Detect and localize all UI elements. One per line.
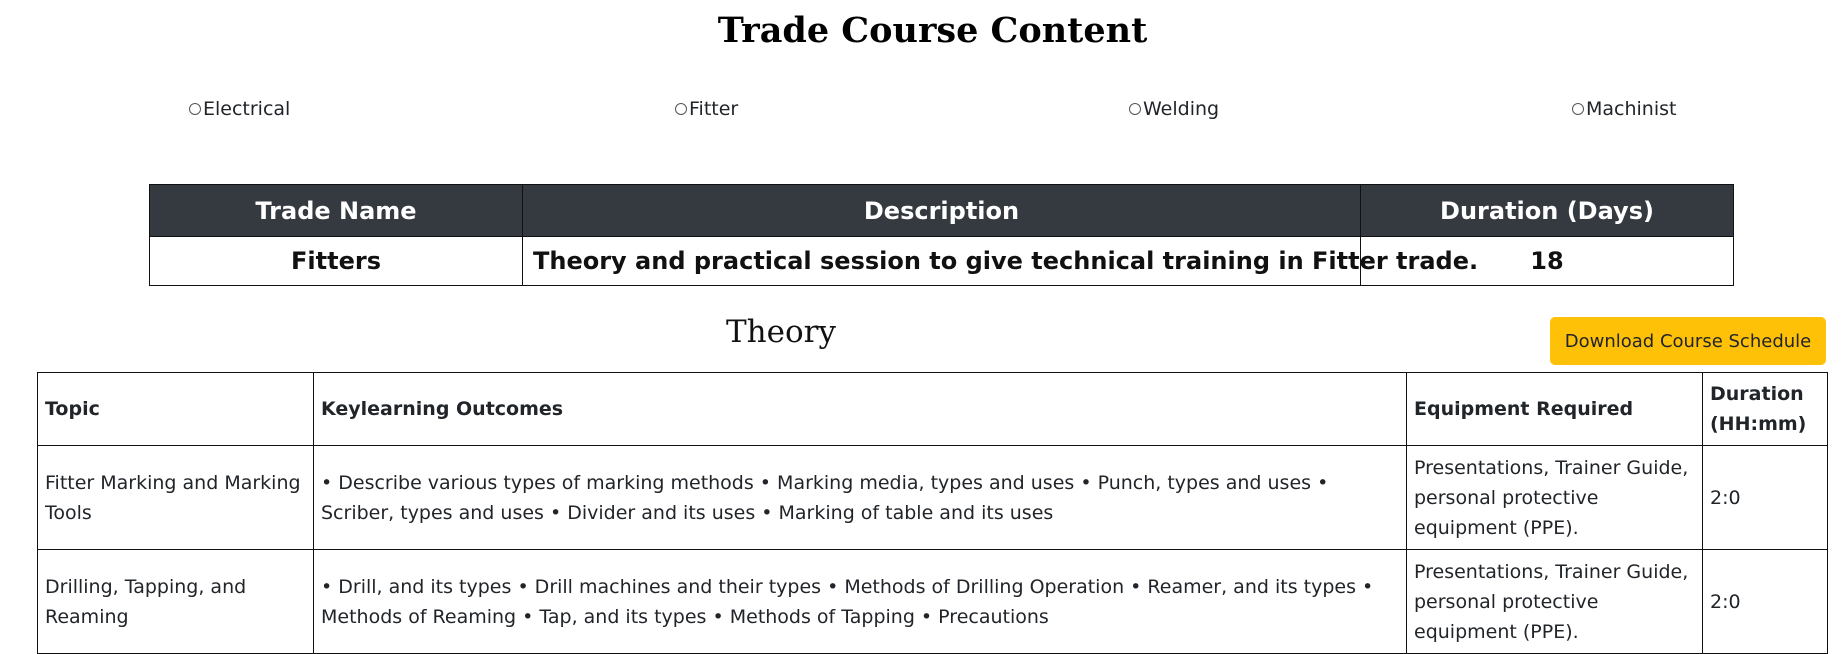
header-description: Description [522, 184, 1361, 237]
duration-cell: 2:0 [1702, 549, 1828, 654]
trade-radio-group: Electrical Fitter Welding Machinist [0, 98, 1845, 126]
table-row: Drilling, Tapping, and Reaming • Drill, … [37, 549, 1828, 654]
theory-table: Topic Keylearning Outcomes Equipment Req… [37, 372, 1828, 654]
topic-cell: Fitter Marking and Marking Tools [37, 445, 314, 550]
header-equipment-required: Equipment Required [1406, 372, 1703, 446]
outcomes-cell: • Describe various types of marking meth… [313, 445, 1407, 550]
equipment-cell: Presentations, Trainer Guide, personal p… [1406, 445, 1703, 550]
radio-circle-icon[interactable] [675, 103, 687, 115]
page-title: Trade Course Content [717, 10, 1148, 51]
header-trade-name: Trade Name [149, 184, 523, 237]
header-keylearning-outcomes: Keylearning Outcomes [313, 372, 1407, 446]
summary-header-row: Trade Name Description Duration (Days) [149, 184, 1734, 237]
trade-summary-table: Trade Name Description Duration (Days) F… [149, 184, 1734, 286]
theory-header-row: Topic Keylearning Outcomes Equipment Req… [37, 372, 1828, 446]
radio-label-welding: Welding [1143, 98, 1220, 120]
radio-label-machinist: Machinist [1586, 98, 1677, 120]
trade-name-cell: Fitters [149, 236, 523, 286]
header-duration-days: Duration (Days) [1360, 184, 1734, 237]
radio-circle-icon[interactable] [189, 103, 201, 115]
radio-electrical[interactable]: Electrical [189, 98, 290, 120]
radio-welding[interactable]: Welding [1129, 98, 1219, 120]
radio-machinist[interactable]: Machinist [1572, 98, 1676, 120]
table-row: Fitter Marking and Marking Tools • Descr… [37, 445, 1828, 550]
outcomes-cell: • Drill, and its types • Drill machines … [313, 549, 1407, 654]
equipment-cell: Presentations, Trainer Guide, personal p… [1406, 549, 1703, 654]
download-course-schedule-button[interactable]: Download Course Schedule [1550, 317, 1826, 365]
radio-circle-icon[interactable] [1572, 103, 1584, 115]
header-topic: Topic [37, 372, 314, 446]
duration-cell: 2:0 [1702, 445, 1828, 550]
radio-label-fitter: Fitter [689, 98, 739, 120]
radio-fitter[interactable]: Fitter [675, 98, 738, 120]
header-duration-hhmm: Duration (HH:mm) [1702, 372, 1828, 446]
topic-cell: Drilling, Tapping, and Reaming [37, 549, 314, 654]
theory-section-title: Theory [726, 314, 836, 350]
radio-circle-icon[interactable] [1129, 103, 1141, 115]
summary-row: Fitters Theory and practical session to … [149, 236, 1734, 286]
description-cell: Theory and practical session to give tec… [522, 236, 1478, 286]
radio-label-electrical: Electrical [203, 98, 291, 120]
